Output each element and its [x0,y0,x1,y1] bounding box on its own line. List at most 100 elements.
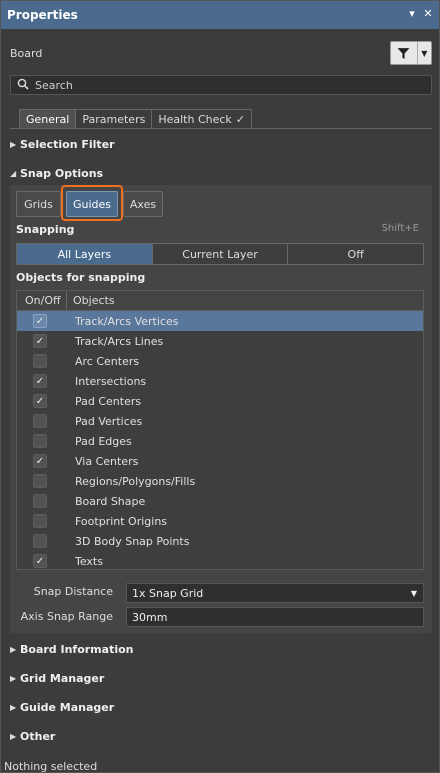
snap-object-checkbox[interactable]: ✓ [33,394,47,408]
tab-general[interactable]: General [19,109,77,129]
tab-health-check[interactable]: Health Check ✓ [151,109,253,129]
expand-arrow-icon: ▶ [10,139,17,149]
tab-parameters[interactable]: Parameters [75,109,153,129]
grids-button[interactable]: Grids [16,191,61,217]
expand-arrow-icon: ▶ [10,673,17,683]
snap-object-checkbox[interactable]: ✓ [33,454,47,468]
snap-object-name: 3D Body Snap Points [75,534,190,548]
table-row[interactable]: ✓ Intersections [17,371,423,391]
section-grid-manager[interactable]: ▶ Grid Manager [10,669,104,687]
table-row[interactable]: ✓ Via Centers [17,451,423,471]
snap-object-checkbox[interactable] [33,354,47,368]
panel-titlebar: Properties ▾ ✕ [1,1,439,29]
grid-rows: ✓ Track/Arcs Vertices ✓ Track/Arcs Lines Arc… [17,311,423,571]
table-row[interactable]: Regions/Polygons/Fills [17,471,423,491]
filter-icon[interactable] [391,42,418,64]
search-box[interactable] [10,75,432,95]
snap-object-checkbox[interactable]: ✓ [33,334,47,348]
snap-object-name: Via Centers [75,454,139,468]
search-input[interactable] [35,78,415,92]
snap-objects-grid: On/Off Objects ✓ Track/Arcs Vertices ✓ Trac… [16,290,424,570]
board-row: Board ▼ [10,39,432,67]
snap-distance-label: Snap Distance [33,585,113,598]
all-layers-button[interactable]: All Layers [17,244,153,264]
table-row[interactable]: ✓ Track/Arcs Lines [17,331,423,351]
section-label: Selection Filter [20,137,115,151]
snap-object-checkbox[interactable] [33,514,47,528]
section-label: Other [20,729,56,743]
table-row[interactable]: Arc Centers [17,351,423,371]
filter-button[interactable]: ▼ [390,41,432,65]
axes-button[interactable]: Axes [123,191,163,217]
grid-header: On/Off Objects [17,291,423,311]
snap-object-name: Footprint Origins [75,514,168,528]
objects-for-snapping-label: Objects for snapping [16,271,146,284]
table-row[interactable]: Pad Vertices [17,411,423,431]
table-row[interactable]: ✓ Texts [17,551,423,571]
check-icon: ✓ [35,335,45,347]
table-row[interactable]: Pad Edges [17,431,423,451]
table-row[interactable]: Board Shape [17,491,423,511]
axis-snap-range-value: 30mm [132,610,168,624]
section-guide-manager[interactable]: ▶ Guide Manager [10,698,114,716]
axis-snap-range-field[interactable]: 30mm [126,607,424,627]
section-label: Grid Manager [20,671,105,685]
button-label: Axes [129,197,157,211]
table-row[interactable]: ✓ Track/Arcs Vertices [17,311,423,331]
snap-distance-value: 1x Snap Grid [132,586,204,600]
snap-object-checkbox[interactable]: ✓ [33,554,47,568]
section-board-information[interactable]: ▶ Board Information [10,640,134,658]
snap-object-name: Pad Vertices [75,414,143,428]
properties-panel: Properties ▾ ✕ Board ▼ General Parameter… [0,0,440,773]
tab-label: Health Check [158,113,232,126]
snap-distance-select[interactable]: 1x Snap Grid ▼ [126,583,424,603]
expand-arrow-icon: ▶ [10,731,17,741]
snap-object-name: Regions/Polygons/Fills [75,474,196,488]
current-layer-button[interactable]: Current Layer [152,244,289,264]
guides-highlight-box [61,185,123,221]
snapping-layers-selector: All Layers Current Layer Off [16,243,424,265]
tab-label: Parameters [82,113,146,126]
section-other[interactable]: ▶ Other [10,727,55,745]
search-icon [17,78,29,93]
snap-object-checkbox[interactable] [33,474,47,488]
tab-divider [10,128,432,129]
expand-arrow-icon: ▶ [10,702,17,712]
filter-dropdown-icon[interactable]: ▼ [418,42,431,64]
button-label: Grids [24,197,53,211]
snap-object-checkbox[interactable] [33,534,47,548]
section-label: Board Information [20,642,134,656]
snapping-label: Snapping [16,223,75,236]
snap-object-name: Track/Arcs Lines [75,334,164,348]
section-selection-filter[interactable]: ▶ Selection Filter [10,135,115,153]
snap-object-name: Intersections [75,374,147,388]
snap-object-name: Track/Arcs Vertices [75,314,179,328]
column-header-on-off[interactable]: On/Off [17,291,67,310]
section-label: Snap Options [20,166,104,180]
snap-object-name: Texts [75,554,103,568]
chevron-down-icon: ▼ [410,589,417,598]
close-icon[interactable]: ✕ [421,7,435,20]
table-row[interactable]: 3D Body Snap Points [17,531,423,551]
column-header-objects[interactable]: Objects [67,294,115,307]
pin-dropdown-icon[interactable]: ▾ [405,7,419,20]
table-row[interactable]: ✓ Pad Centers [17,391,423,411]
tab-bar: General Parameters Health Check ✓ [19,109,253,129]
snap-object-checkbox[interactable]: ✓ [33,314,47,328]
snap-object-name: Pad Edges [75,434,132,448]
snap-object-checkbox[interactable] [33,434,47,448]
snap-object-checkbox[interactable]: ✓ [33,374,47,388]
snapping-off-button[interactable]: Off [288,244,423,264]
object-type-label: Board [10,46,43,60]
check-icon: ✓ [235,113,246,126]
snap-object-name: Board Shape [75,494,146,508]
expand-arrow-icon: ▶ [10,644,17,654]
axis-snap-range-label: Axis Snap Range [20,610,113,623]
snap-object-checkbox[interactable] [33,494,47,508]
snap-object-name: Pad Centers [75,394,142,408]
snap-object-checkbox[interactable] [33,414,47,428]
table-row[interactable]: Footprint Origins [17,511,423,531]
snapping-shortcut: Shift+E [381,223,419,234]
section-snap-options[interactable]: ◢ Snap Options [10,164,103,182]
check-icon: ✓ [35,455,45,467]
